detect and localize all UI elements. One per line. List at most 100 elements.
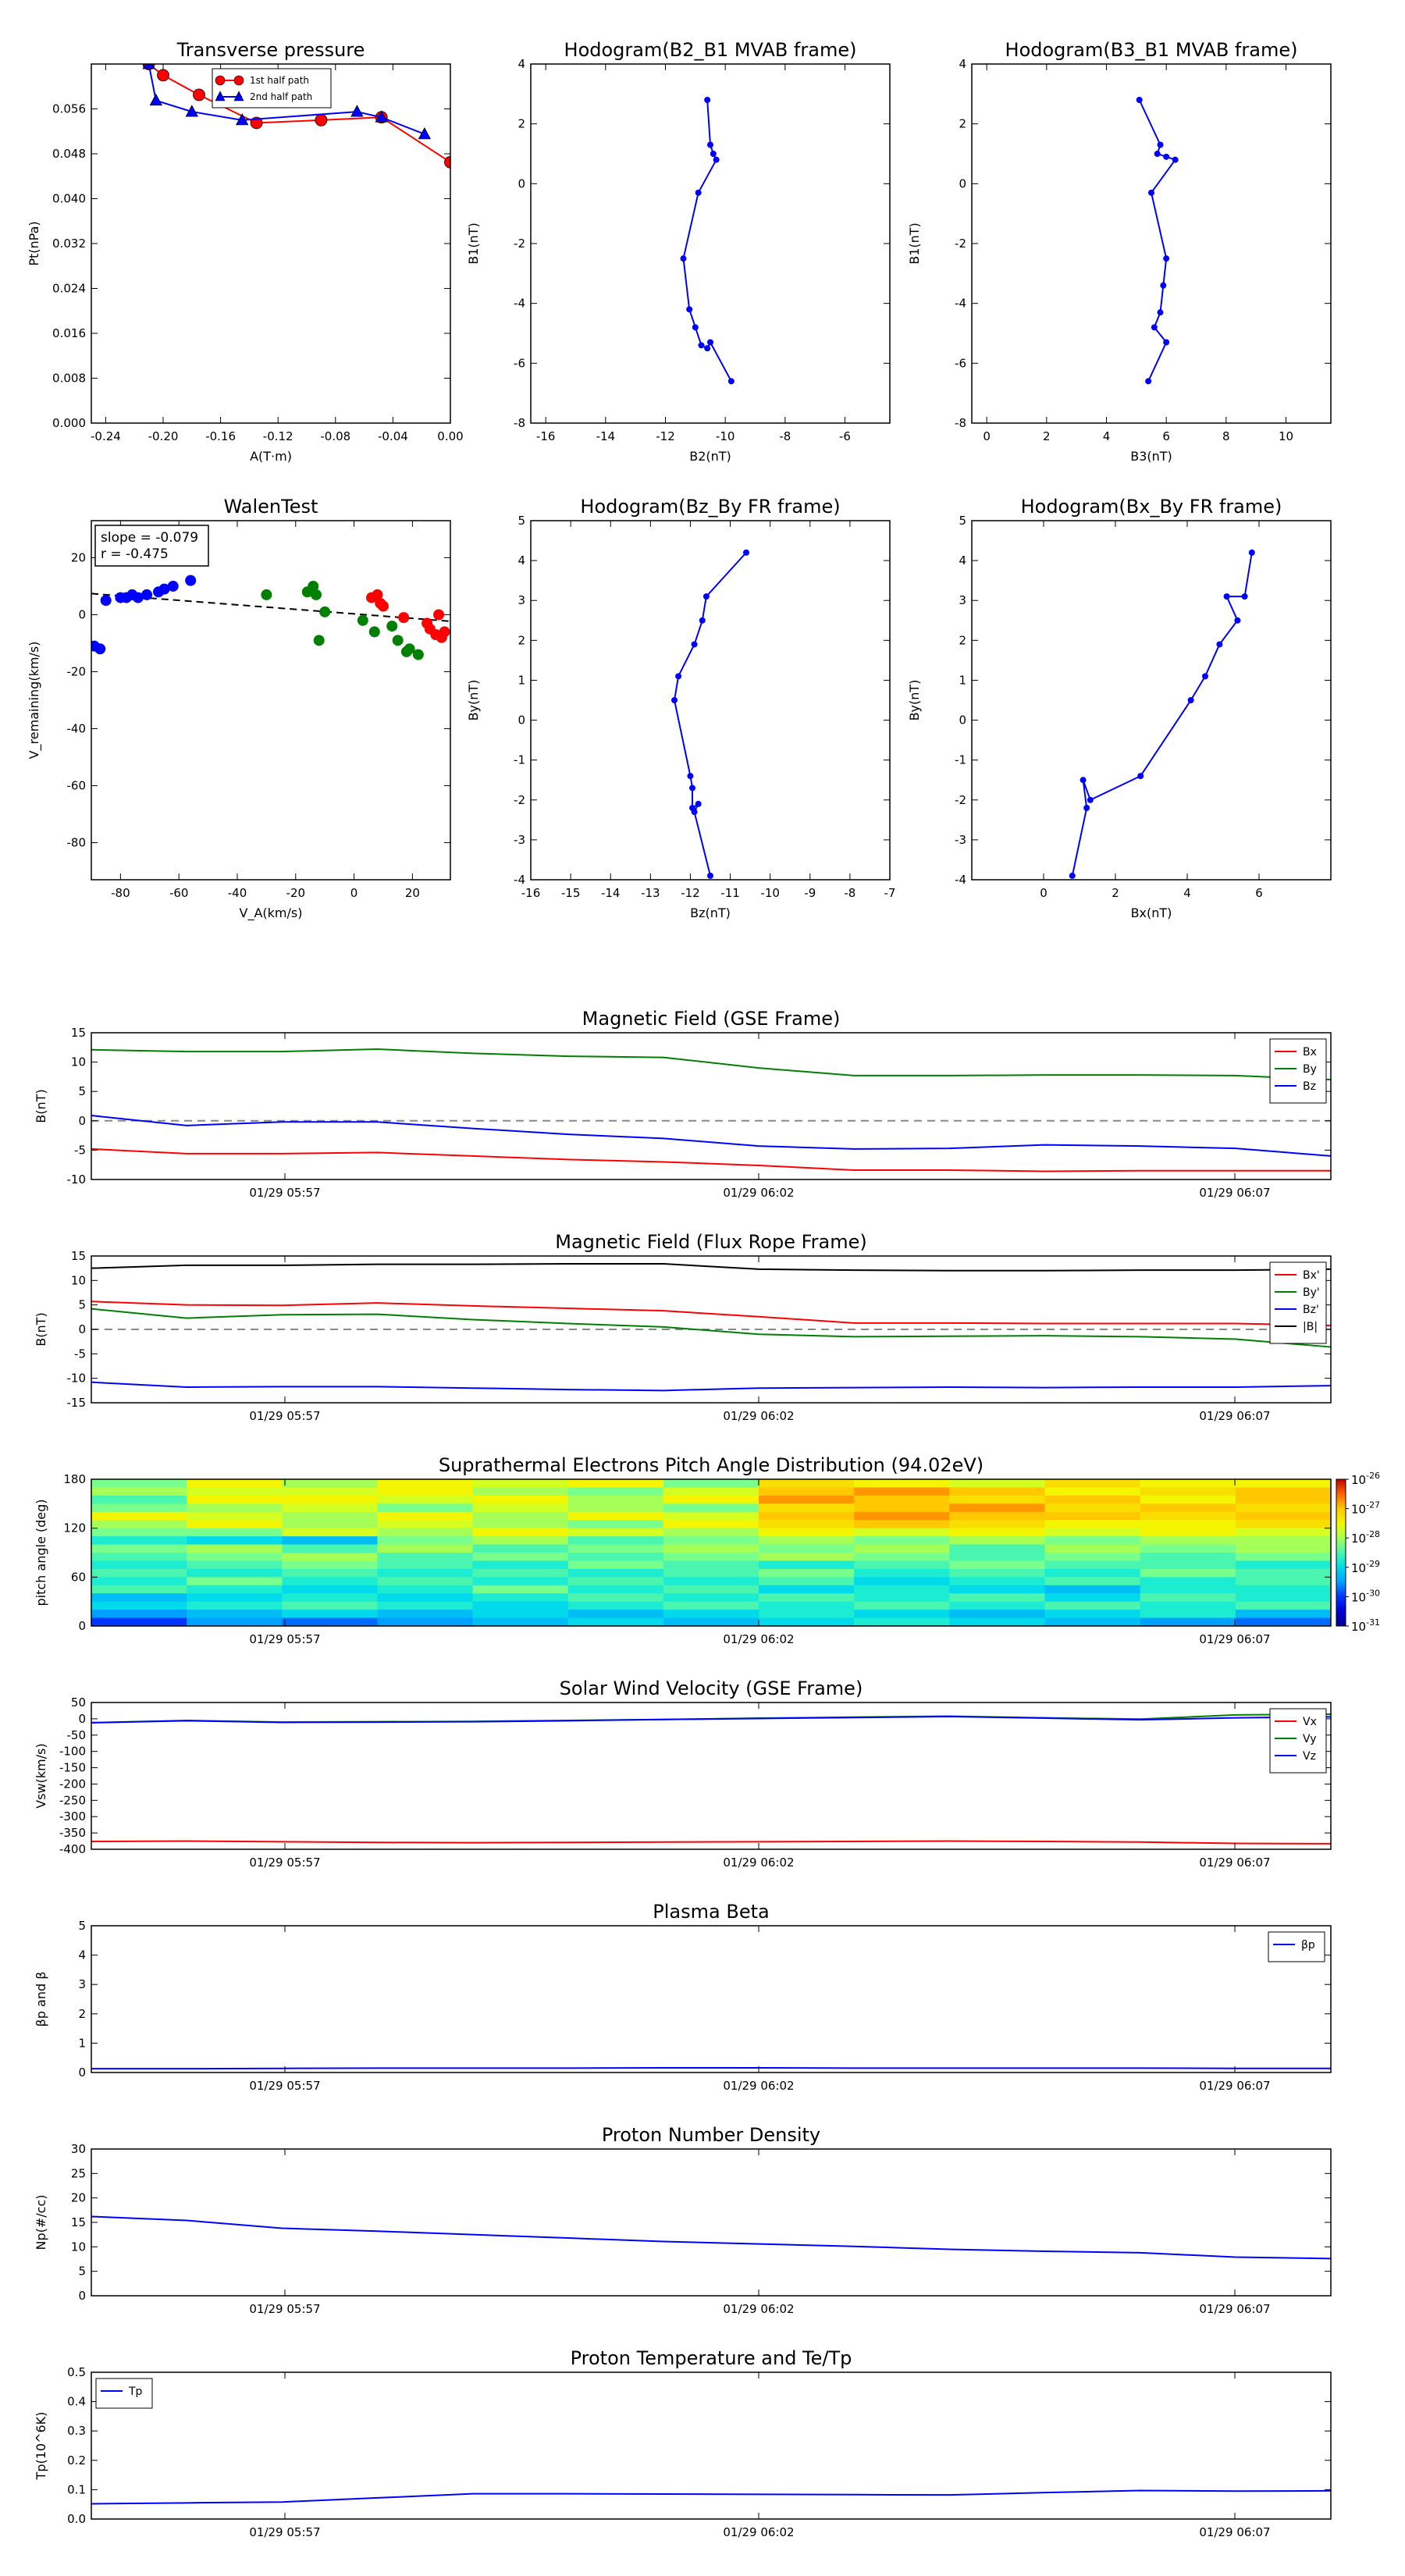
heatmap-cell [567, 1601, 664, 1610]
heatmap-cell [854, 1479, 950, 1488]
heatmap-cell [1140, 1601, 1236, 1610]
x-tick-label: 2 [1043, 429, 1051, 443]
data-point [713, 156, 720, 163]
y-tick-label: 4 [518, 553, 525, 568]
data-point [1172, 156, 1179, 163]
y-axis-label: By(nT) [907, 680, 922, 721]
heatmap-cell [663, 1503, 759, 1513]
x-tick-label: 01/29 05:57 [249, 2079, 320, 2093]
y-tick-label: 4 [959, 57, 966, 71]
heatmap-cell [1044, 1487, 1141, 1496]
heatmap-cell [282, 1593, 378, 1603]
heatmap-cell [663, 1520, 759, 1529]
x-tick-label: -20 [286, 886, 306, 900]
data-point [704, 345, 711, 352]
heatmap-cell [854, 1568, 950, 1578]
heatmap-cell [472, 1568, 569, 1578]
heatmap-cell [282, 1577, 378, 1586]
colorbar-tick-label: 10-28 [1351, 1529, 1380, 1546]
y-tick-label: -3 [514, 833, 525, 847]
x-tick-label: -0.24 [91, 429, 121, 443]
heatmap-cell [663, 1511, 759, 1521]
chart-panel-8: Suprathermal Electrons Pitch Angle Distr… [34, 1454, 1380, 1646]
x-tick-label: -0.12 [263, 429, 293, 443]
x-tick-label: 8 [1222, 429, 1230, 443]
heatmap-cell [949, 1495, 1046, 1504]
heatmap-cell [187, 1520, 283, 1529]
data-point [1083, 805, 1090, 811]
heatmap-cell [1140, 1487, 1236, 1496]
chart-title: Proton Number Density [602, 2124, 820, 2146]
data-point [142, 64, 155, 69]
data-point [100, 595, 112, 607]
x-tick-label: 6 [1162, 429, 1170, 443]
heatmap-cell [1235, 1479, 1332, 1488]
series-line-3 [91, 1263, 1332, 1272]
x-tick-label: -9 [804, 886, 816, 900]
x-tick-label: 01/29 06:07 [1199, 1409, 1270, 1423]
series-line-0 [91, 2489, 1332, 2505]
heatmap-cell [282, 1610, 378, 1619]
heatmap-cell [91, 1503, 187, 1513]
x-tick-label: 01/29 06:07 [1199, 1632, 1270, 1646]
y-tick-label: 0 [78, 1619, 86, 1633]
data-point [315, 113, 328, 126]
heatmap-cell [854, 1601, 950, 1610]
heatmap-cell [91, 1479, 187, 1488]
heatmap-cell [854, 1577, 950, 1586]
x-tick-label: 01/29 06:07 [1199, 1186, 1270, 1200]
y-tick-label: -10 [67, 1372, 87, 1386]
y-tick-label: 25 [71, 2166, 86, 2180]
heatmap-cell [567, 1593, 664, 1603]
data-point [707, 339, 713, 346]
heatmap-cell [187, 1610, 283, 1619]
y-tick-label: 3 [959, 593, 966, 607]
plot-frame [971, 63, 1332, 424]
data-point [1234, 617, 1241, 624]
heatmap-cell [472, 1560, 569, 1570]
heatmap-cell [377, 1553, 474, 1561]
data-point [185, 575, 197, 586]
data-point [1080, 777, 1087, 784]
data-point [686, 306, 693, 313]
legend-box [95, 2378, 153, 2409]
heatmap-cell [663, 1593, 759, 1603]
heatmap-cell [187, 1553, 283, 1561]
heatmap-cell [91, 1577, 187, 1586]
y-tick-label: 0 [78, 1322, 86, 1336]
data-point [695, 800, 702, 807]
y-axis-label: B(nT) [34, 1312, 48, 1346]
heatmap-cell [472, 1553, 569, 1561]
x-tick-label: 01/29 05:57 [249, 1409, 320, 1423]
y-tick-label: -6 [514, 356, 525, 370]
chart-title: Magnetic Field (GSE Frame) [582, 1008, 841, 1030]
y-tick-label: 4 [959, 553, 966, 568]
heatmap-cell [567, 1610, 664, 1619]
legend-label: Tp [128, 2386, 143, 2398]
heatmap-cell [1140, 1503, 1236, 1513]
y-tick-label: 0 [518, 713, 525, 728]
heatmap-cell [91, 1536, 187, 1546]
data-point [692, 324, 699, 331]
heatmap-cell [854, 1487, 950, 1496]
heatmap-cell [567, 1503, 664, 1513]
plot-area [1136, 97, 1179, 385]
data-point [1163, 339, 1170, 346]
x-tick-label: -60 [169, 886, 189, 900]
heatmap-cell [1235, 1544, 1332, 1553]
heatmap-cell [854, 1520, 950, 1529]
figure-canvas: Transverse pressure -0.24 -0.20 -0.16 -0.12 -… [27, 39, 1380, 2539]
heatmap-cell [759, 1503, 855, 1513]
heatmap-cell [91, 1528, 187, 1537]
plot-frame [91, 2148, 1332, 2297]
chart-title: Solar Wind Velocity (GSE Frame) [560, 1678, 863, 1699]
chart-panel-10: Plasma Beta 0 1 2 3 4 5 01/29 05:57 01/29 06:02 0… [34, 1901, 1332, 2093]
heatmap-cell [663, 1495, 759, 1504]
heatmap-cell [663, 1544, 759, 1553]
chart-panel-9: Solar Wind Velocity (GSE Frame) -400 -350 -… [34, 1678, 1332, 1870]
y-tick-label: -40 [67, 722, 87, 736]
x-tick-label: 01/29 06:02 [723, 1856, 794, 1870]
data-point [157, 69, 169, 82]
heatmap-cell [1044, 1601, 1141, 1610]
data-point [710, 151, 717, 157]
